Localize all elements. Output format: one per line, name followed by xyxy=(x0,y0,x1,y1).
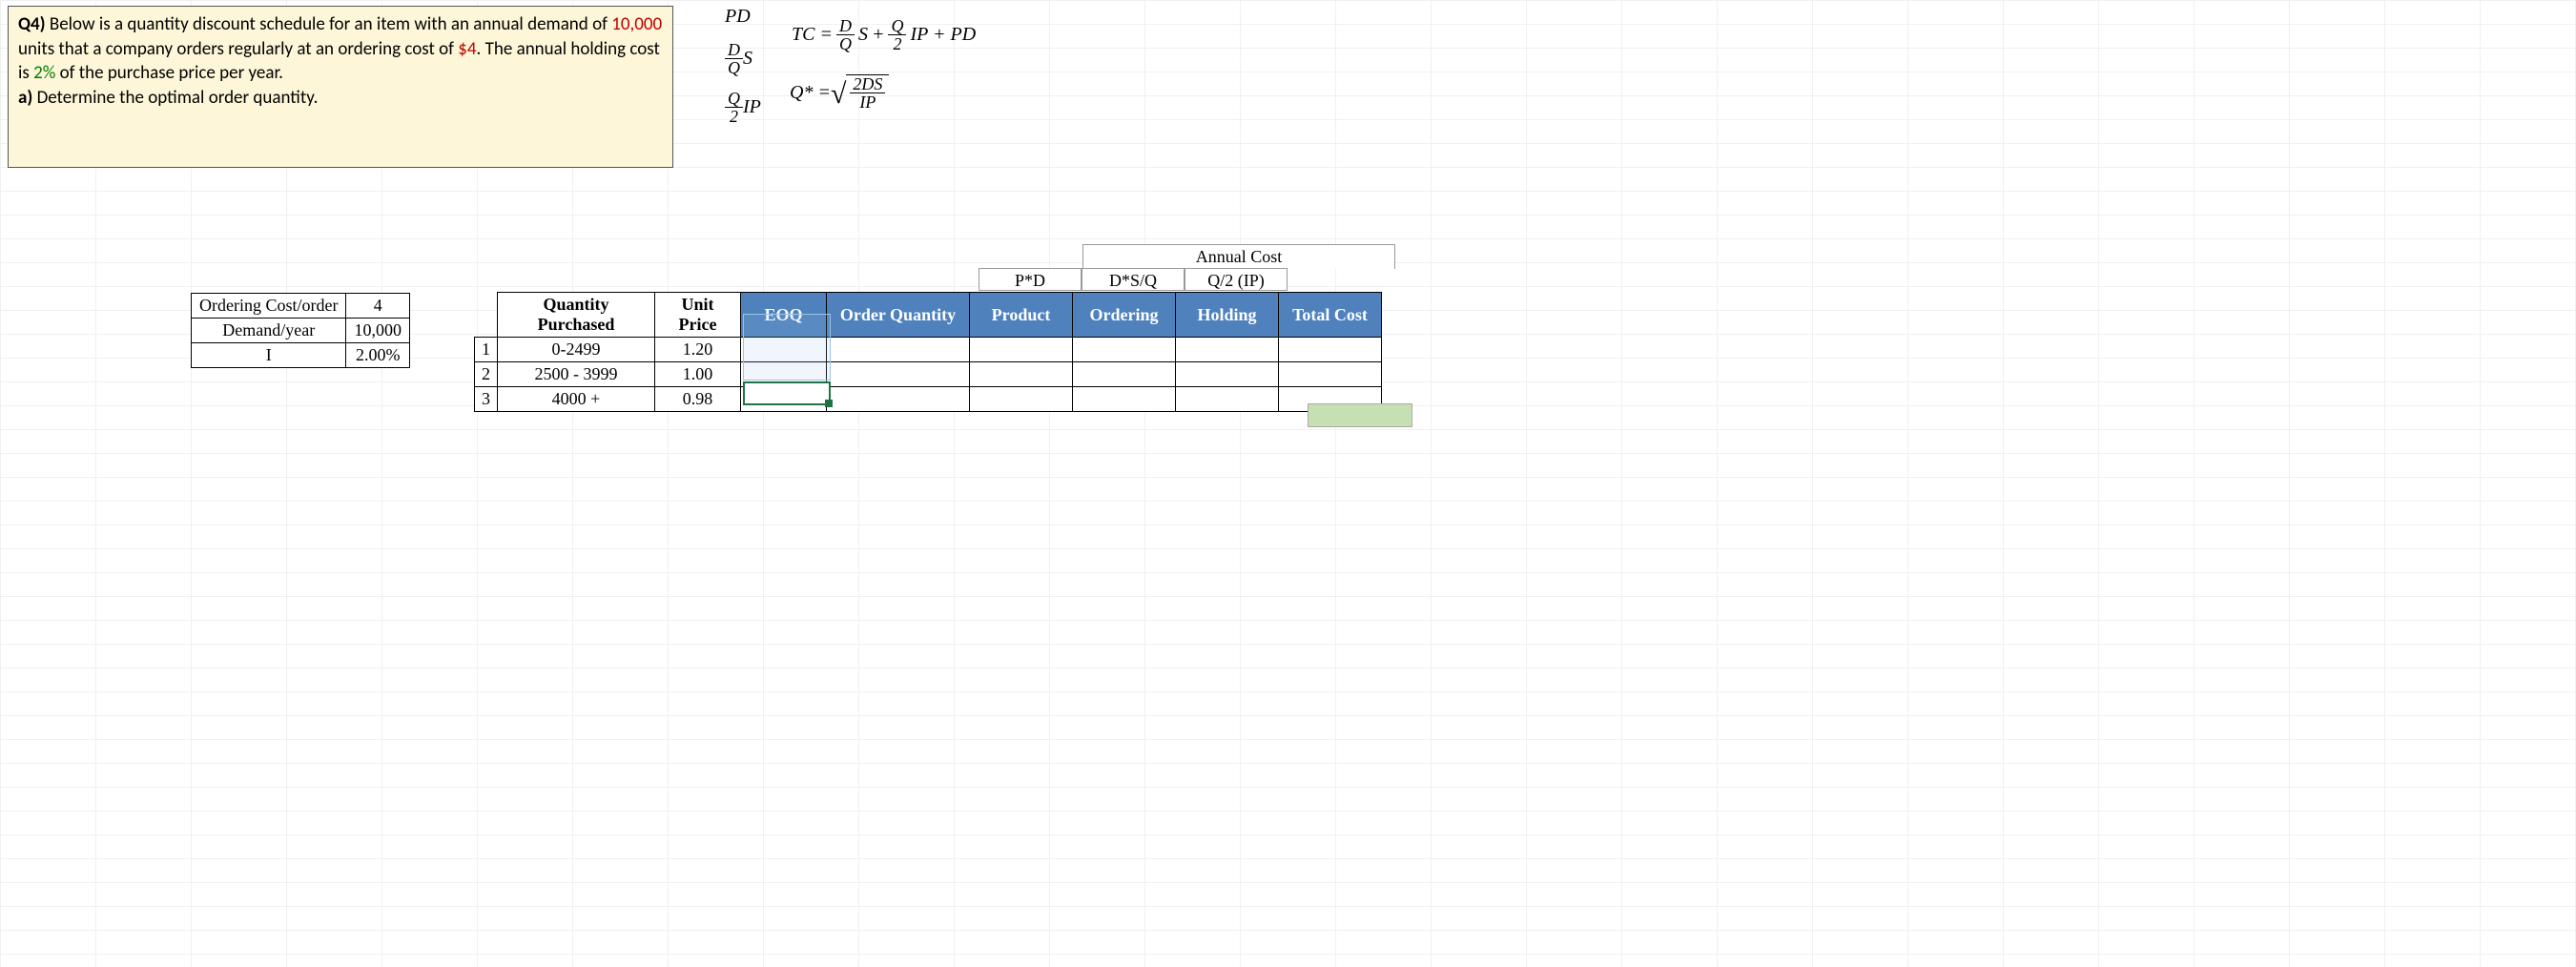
question-label: Q4) xyxy=(18,13,46,35)
active-cell[interactable] xyxy=(743,381,831,405)
tc-plus-1: + xyxy=(872,24,885,46)
table-row: 2 2500 - 3999 1.00 xyxy=(475,362,1382,387)
cell-product[interactable] xyxy=(970,387,1073,412)
formula-pd: PD xyxy=(725,6,751,28)
tc-d-over-q: D Q xyxy=(836,17,855,52)
annual-cost-header: Annual Cost xyxy=(1082,244,1395,269)
question-text-4: of the purchase price per year. xyxy=(55,62,283,84)
question-text-1: Below is a quantity discount schedule fo… xyxy=(46,13,612,35)
sub-dsq: D*S/Q xyxy=(1082,268,1185,291)
schedule-table: Quantity Purchased Unit Price EOQ Order … xyxy=(474,292,1382,412)
table-row: Ordering Cost/order 4 xyxy=(192,294,410,319)
part-a-label: a) xyxy=(18,87,32,109)
question-order-cost: $4 xyxy=(458,38,476,60)
cell-total[interactable] xyxy=(1279,362,1382,387)
question-demand: 10,000 xyxy=(611,13,662,35)
sub-q2ip: Q/2 (IP) xyxy=(1185,268,1288,291)
table-row: Demand/year 10,000 xyxy=(192,319,410,343)
cell-order-qty[interactable] xyxy=(827,387,970,412)
param-label: Ordering Cost/order xyxy=(192,294,346,319)
param-label: I xyxy=(192,343,346,368)
tc-tail: IP + PD xyxy=(910,24,976,46)
cell-price[interactable]: 1.00 xyxy=(655,362,741,387)
hdr-product: Product xyxy=(970,293,1073,338)
cell-price[interactable]: 1.20 xyxy=(655,338,741,362)
cell-holding[interactable] xyxy=(1176,387,1279,412)
cell-order-qty[interactable] xyxy=(827,338,970,362)
question-holding-pct: 2% xyxy=(33,62,55,84)
cell-holding[interactable] xyxy=(1176,338,1279,362)
hdr-qty: Quantity Purchased xyxy=(498,293,655,338)
param-value[interactable]: 2.00% xyxy=(346,343,410,368)
formula-ip: IP xyxy=(743,96,761,118)
cell-qty[interactable]: 2500 - 3999 xyxy=(498,362,655,387)
tc-q-over-2: Q 2 xyxy=(888,17,906,52)
formula-q-over-2: Q 2 xyxy=(725,90,743,125)
formula-d-over-q: D Q xyxy=(725,41,743,76)
cost-sub-headers: P*D D*S/Q Q/2 (IP) xyxy=(979,268,1288,291)
row-index: 2 xyxy=(475,362,498,387)
parameter-table: Ordering Cost/order 4 Demand/year 10,000… xyxy=(191,293,410,368)
sqrt-icon: √ xyxy=(831,78,846,111)
question-box: Q4) Below is a quantity discount schedul… xyxy=(8,6,673,168)
table-header-row: Quantity Purchased Unit Price EOQ Order … xyxy=(475,293,1382,338)
fill-handle[interactable] xyxy=(825,400,833,407)
hdr-ordering: Ordering xyxy=(1073,293,1176,338)
result-cell[interactable] xyxy=(1308,403,1412,427)
formula-qstar: Q* = √ 2DS IP xyxy=(790,74,889,111)
sub-pd: P*D xyxy=(979,268,1082,291)
hdr-eoq: EOQ xyxy=(741,293,827,338)
question-text-2: units that a company orders regularly at… xyxy=(18,38,458,60)
qstar-body: 2DS IP xyxy=(846,74,889,111)
qstar-lhs: Q* = xyxy=(790,82,831,104)
param-value[interactable]: 10,000 xyxy=(346,319,410,343)
formula-s: S xyxy=(743,48,752,70)
table-row: I 2.00% xyxy=(192,343,410,368)
part-a-text: Determine the optimal order quantity. xyxy=(32,87,318,109)
row-index: 1 xyxy=(475,338,498,362)
row-index: 3 xyxy=(475,387,498,412)
hdr-price: Unit Price xyxy=(655,293,741,338)
cell-qty[interactable]: 4000 + xyxy=(498,387,655,412)
cell-order-qty[interactable] xyxy=(827,362,970,387)
cell-ordering[interactable] xyxy=(1073,338,1176,362)
table-row: 1 0-2499 1.20 xyxy=(475,338,1382,362)
tc-s: S xyxy=(858,24,868,46)
cell-total[interactable] xyxy=(1279,338,1382,362)
hdr-total: Total Cost xyxy=(1279,293,1382,338)
hdr-holding: Holding xyxy=(1176,293,1279,338)
cell-price[interactable]: 0.98 xyxy=(655,387,741,412)
cell-qty[interactable]: 0-2499 xyxy=(498,338,655,362)
param-label: Demand/year xyxy=(192,319,346,343)
cell-product[interactable] xyxy=(970,362,1073,387)
formula-tc: TC = D Q S + Q 2 IP + PD xyxy=(792,17,976,52)
cell-eoq[interactable] xyxy=(741,338,827,362)
cell-ordering[interactable] xyxy=(1073,387,1176,412)
blank-header xyxy=(475,293,498,338)
table-row: 3 4000 + 0.98 xyxy=(475,387,1382,412)
cell-ordering[interactable] xyxy=(1073,362,1176,387)
param-value[interactable]: 4 xyxy=(346,294,410,319)
formula-column: PD D Q S Q 2 IP xyxy=(725,6,761,138)
hdr-order-qty: Order Quantity xyxy=(827,293,970,338)
cell-product[interactable] xyxy=(970,338,1073,362)
cell-holding[interactable] xyxy=(1176,362,1279,387)
tc-lhs: TC = xyxy=(792,24,833,46)
